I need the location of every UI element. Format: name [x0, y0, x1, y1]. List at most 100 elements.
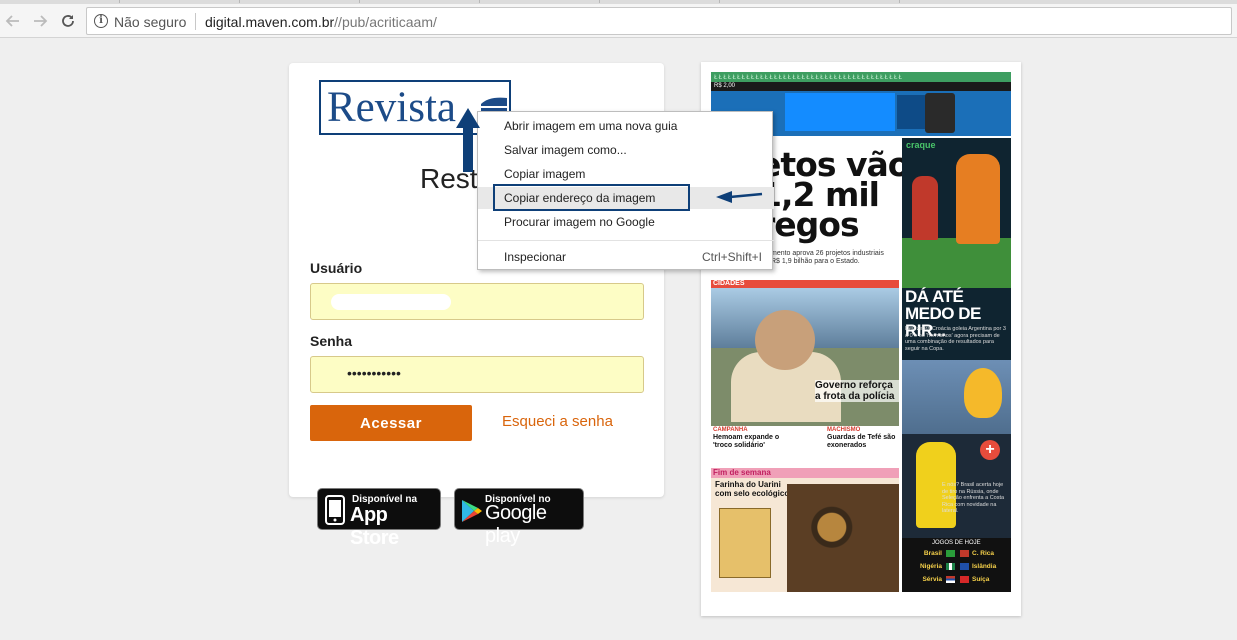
- address-bar[interactable]: i Não seguro digital.maven.com.br//pub/a…: [86, 7, 1232, 35]
- tab[interactable]: [480, 0, 600, 3]
- masthead-sidenews: [897, 95, 925, 129]
- right-column: craque DÁ ATÉ MEDO DE RIR... Deu zebra C…: [902, 138, 1011, 592]
- username-input[interactable]: [310, 283, 644, 320]
- tab[interactable]: [600, 0, 720, 3]
- tab[interactable]: [360, 0, 480, 3]
- main-subhead: mento aprova 26 projetos industriais R$ …: [771, 250, 884, 265]
- menu-item-label: Copiar imagem: [504, 167, 586, 181]
- man-face: [755, 310, 815, 370]
- address-separator: [195, 13, 196, 30]
- food-photo: [787, 484, 899, 592]
- menu-item-label: Abrir imagem em uma nova guia: [504, 119, 678, 133]
- book-photo: [719, 508, 771, 578]
- brasil-section: + E nós? Brasil acerta hoje de tiro na R…: [902, 360, 1011, 592]
- box1-head: Hemoam expande o 'troco solidário': [713, 434, 780, 449]
- top-band: ŁŁŁŁŁŁŁŁŁŁŁŁŁŁŁŁŁŁŁŁŁŁŁŁŁŁŁŁŁŁŁŁŁŁŁŁŁŁŁŁ…: [711, 72, 1011, 82]
- login-title: Rest: [420, 163, 478, 194]
- team-b: Suíça: [972, 576, 990, 583]
- menu-item-inspect[interactable]: Inspecionar Ctrl+Shift+I: [478, 246, 774, 268]
- back-button[interactable]: [2, 10, 24, 32]
- google-play-badge[interactable]: Disponível no Google play: [454, 488, 584, 547]
- cidades-boxes: CAMPANHA Hemoam expande o 'troco solidár…: [711, 426, 899, 465]
- craque-logo: craque: [906, 140, 936, 150]
- craque-section: craque DÁ ATÉ MEDO DE RIR... Deu zebra C…: [902, 138, 1011, 360]
- cidades-section: CIDADES Governo reforça a frota da políc…: [711, 280, 899, 465]
- plus-icon: +: [980, 440, 1000, 460]
- menu-item-label: Procurar imagem no Google: [504, 215, 655, 229]
- app-store-badge[interactable]: Disponível na App Store: [317, 488, 441, 549]
- tab[interactable]: [0, 0, 120, 3]
- highlight-box: [493, 184, 690, 211]
- team-a: Sérvia: [922, 576, 942, 583]
- mascot-photo: [964, 368, 1002, 418]
- url-host: digital.maven.com.br: [205, 14, 335, 30]
- menu-item-label: Inspecionar: [504, 250, 567, 264]
- fim-tag: Fim de semana: [713, 468, 771, 477]
- menu-item-save-image[interactable]: Salvar imagem como...: [478, 139, 774, 161]
- google-play-icon: [462, 500, 482, 522]
- price-bar: R$ 2,00: [711, 82, 1011, 91]
- costa-rica-flag-icon: [960, 550, 969, 557]
- login-button[interactable]: Acessar: [310, 405, 472, 441]
- back-arrow-icon: [5, 15, 19, 27]
- cidades-tag: CIDADES: [713, 280, 745, 287]
- cidades-headline: Governo reforça a frota da polícia: [815, 380, 899, 402]
- google-play-big: Google play: [485, 502, 547, 547]
- jogos-title: JOGOS DE HOJE: [932, 540, 981, 546]
- menu-item-search-image-google[interactable]: Procurar imagem no Google: [478, 211, 774, 233]
- serbia-flag-icon: [946, 576, 955, 583]
- forward-arrow-icon: [34, 15, 48, 27]
- tab[interactable]: [720, 0, 900, 3]
- iceland-flag-icon: [960, 563, 969, 570]
- security-label[interactable]: Não seguro: [114, 14, 186, 30]
- team-b: C. Rica: [972, 550, 995, 557]
- menu-item-shortcut: Ctrl+Shift+I: [701, 250, 762, 264]
- menu-item-label: Salvar imagem como...: [504, 143, 627, 157]
- box1-kicker: CAMPANHA: [713, 427, 748, 433]
- box2-head: Guardas de Tefé são exonerados: [827, 434, 896, 449]
- reload-icon: [62, 15, 74, 27]
- brasil-text: E nós? Brasil acerta hoje de tiro na Rús…: [942, 482, 1005, 514]
- app-store-big: App Store: [350, 504, 399, 549]
- team-a: Brasil: [923, 550, 942, 557]
- masthead-redacted: [785, 93, 895, 131]
- jogos-de-hoje: JOGOS DE HOJE Brasil C. Rica Nigéria Isl…: [902, 538, 1011, 592]
- fim-headline: Farinha do Uarini com selo ecológico: [715, 480, 790, 498]
- player-photo: [912, 176, 938, 240]
- reload-button[interactable]: [57, 10, 79, 32]
- goalkeeper-photo: [956, 154, 1000, 244]
- cidades-bar: CIDADES: [711, 280, 899, 288]
- menu-divider: [478, 240, 774, 241]
- browser-toolbar: i Não seguro digital.maven.com.br//pub/a…: [0, 4, 1237, 38]
- pitch-photo: [902, 238, 1011, 288]
- brazil-flag-icon: [946, 550, 955, 557]
- password-label: Senha: [310, 333, 353, 349]
- forward-button[interactable]: [29, 10, 51, 32]
- top-band-pattern: ŁŁŁŁŁŁŁŁŁŁŁŁŁŁŁŁŁŁŁŁŁŁŁŁŁŁŁŁŁŁŁŁŁŁŁŁŁŁŁŁ…: [714, 74, 904, 81]
- url-text[interactable]: digital.maven.com.br//pub/acriticaam/: [205, 14, 437, 30]
- tab[interactable]: [120, 0, 240, 3]
- user-label: Usuário: [310, 260, 363, 276]
- menu-item-open-image-new-tab[interactable]: Abrir imagem em uma nova guia: [478, 115, 774, 137]
- box2-kicker: MACHISMO: [827, 427, 861, 433]
- main-headline: etos vão 1,2 mil regos: [759, 145, 910, 244]
- switzerland-flag-icon: [960, 576, 969, 583]
- tab[interactable]: [240, 0, 360, 3]
- password-input[interactable]: •••••••••••: [310, 356, 644, 393]
- redacted-username: [331, 294, 451, 310]
- forgot-password-link[interactable]: Esqueci a senha: [502, 413, 613, 430]
- craque-text: Deu zebra Croácia goleia Argentina por 3…: [905, 326, 1006, 352]
- fim-de-semana-section: Fim de semana Farinha do Uarini com selo…: [711, 468, 899, 592]
- masthead-photo: [925, 93, 955, 133]
- info-icon[interactable]: i: [94, 14, 108, 28]
- menu-item-copy-image[interactable]: Copiar imagem: [478, 163, 774, 185]
- fim-bar: Fim de semana: [711, 468, 899, 478]
- url-path: //pub/acriticaam/: [334, 14, 437, 30]
- password-value: •••••••••••: [347, 365, 401, 381]
- price: R$ 2,00: [714, 83, 736, 89]
- team-a: Nigéria: [919, 563, 942, 570]
- logo-text: Revista: [327, 84, 456, 131]
- team-b: Islândia: [972, 563, 997, 570]
- phone-icon: [325, 495, 345, 525]
- nigeria-flag-icon: [946, 563, 955, 570]
